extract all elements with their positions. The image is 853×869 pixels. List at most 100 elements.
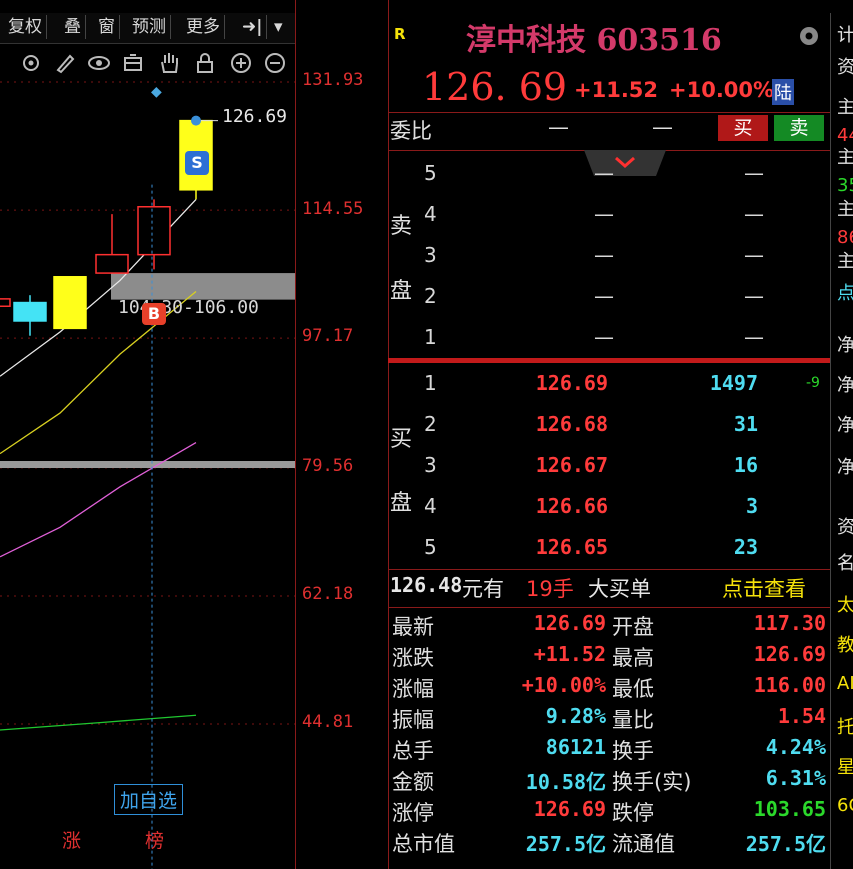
quote-panel: R 淳中科技 603516 126. 69 +11.52 +10.00% 陆 委… — [388, 13, 830, 869]
y-tick: 114.55 — [302, 199, 364, 219]
diamond-icon: ◆ — [151, 84, 162, 100]
stock-name: 淳中科技 603516 — [466, 23, 722, 58]
bid-delta: -9 — [806, 375, 820, 391]
bid-vol: 31 — [733, 412, 758, 436]
price-change: +11.52 — [574, 78, 659, 102]
buy-side-label: 盘 — [390, 491, 413, 516]
gear-icon[interactable] — [796, 23, 822, 49]
edge-item: 净 — [837, 453, 853, 479]
sell-side-label: 卖 — [390, 214, 413, 239]
chevron-down-icon[interactable]: ▾ — [270, 15, 287, 39]
stat-label: 量比 — [612, 708, 654, 732]
edge-item: 35 — [837, 175, 853, 196]
kline-chart[interactable] — [0, 80, 295, 869]
edge-item: 计 — [837, 21, 853, 47]
price-band — [111, 273, 295, 300]
toolbar-window-button[interactable]: 窗 — [94, 15, 120, 39]
eye-icon[interactable] — [86, 50, 112, 76]
stat-value: 103.65 — [753, 797, 826, 821]
stat-label: 跌停 — [612, 801, 654, 825]
weibi-label: 委比 — [390, 119, 432, 143]
ask-price: — — [594, 325, 614, 349]
side-panel-edge: 计资主44主35主86主点净净净净资名太教AI托星6G — [830, 13, 853, 869]
ask-price: — — [594, 202, 614, 226]
stat-label: 开盘 — [612, 615, 654, 639]
big-order-row[interactable]: 126.48 元有 19手 大买单 点击查看 — [388, 573, 830, 603]
last-price-dot — [191, 115, 201, 126]
toolbar-more-button[interactable]: 更多 — [182, 15, 225, 39]
stat-label: 总市值 — [392, 832, 455, 856]
stat-value: 10.58亿 — [525, 770, 606, 794]
bid-vol: 3 — [745, 494, 758, 518]
tag-zhang[interactable]: 涨 — [62, 826, 81, 853]
bid-level: 4 — [424, 494, 437, 518]
edge-item: 86 — [837, 227, 853, 248]
edge-item: AI — [837, 673, 853, 694]
y-tick: 79.56 — [302, 456, 354, 476]
stat-value: 116.00 — [753, 673, 826, 697]
stat-value: 257.5亿 — [745, 832, 826, 856]
toolbar-overlay-button[interactable]: 叠 — [60, 15, 86, 39]
hand-icon[interactable] — [156, 50, 182, 76]
ask-level: 3 — [424, 243, 437, 267]
ask-price: — — [594, 161, 614, 185]
stat-value: +10.00% — [521, 673, 606, 697]
candle-body — [0, 298, 11, 307]
buy-side-label: 买 — [390, 427, 413, 452]
edge-item: 主 — [837, 93, 853, 119]
zoom-in-icon[interactable] — [228, 50, 254, 76]
ask-level: 2 — [424, 284, 437, 308]
pen-icon[interactable] — [52, 50, 78, 76]
big-order-unit: 元有 — [462, 577, 504, 601]
toolbar-fuquan-button[interactable]: 复权 — [4, 15, 47, 39]
settings-icon[interactable] — [18, 50, 44, 76]
stat-value: +11.52 — [533, 642, 606, 666]
range-label: 104.30-106.00 — [118, 297, 259, 318]
stat-label: 总手 — [392, 739, 434, 763]
edge-item: 名 — [837, 549, 853, 575]
toolbar-forecast-button[interactable]: 预测 — [128, 15, 171, 39]
sell-side-label: 盘 — [390, 279, 413, 304]
big-order-text: 大买单 — [588, 577, 651, 601]
big-order-link[interactable]: 点击查看 — [722, 573, 806, 603]
edge-item: 净 — [837, 371, 853, 397]
add-watchlist-button[interactable]: 加自选 — [114, 784, 184, 815]
stat-value: 117.30 — [753, 611, 826, 635]
edge-item: 主 — [837, 195, 853, 221]
stat-value: 126.69 — [533, 611, 606, 635]
y-tick: 131.93 — [302, 70, 364, 90]
lock-icon[interactable] — [192, 50, 218, 76]
buy-button[interactable]: 买 — [718, 115, 768, 141]
bid-price: 126.67 — [535, 453, 608, 477]
bid-level: 1 — [424, 371, 437, 395]
bid-vol: 23 — [733, 535, 758, 559]
stat-value: 1.54 — [777, 704, 826, 728]
box-icon[interactable] — [120, 50, 146, 76]
ask-level: 1 — [424, 325, 437, 349]
tag-bang[interactable]: 榜 — [145, 826, 164, 853]
market-flag: R — [394, 25, 406, 43]
bid-price: 126.66 — [535, 494, 608, 518]
last-price: 126. 69 — [422, 65, 568, 109]
ask-vol: — — [744, 284, 764, 308]
candle-body — [95, 253, 129, 274]
edge-item: 点 — [837, 279, 853, 305]
sell-button[interactable]: 卖 — [774, 115, 824, 141]
ask-price: — — [594, 284, 614, 308]
zoom-out-icon[interactable] — [262, 50, 288, 76]
ask-vol: — — [744, 161, 764, 185]
stat-value: 6.31% — [765, 766, 826, 790]
bid-level: 2 — [424, 412, 437, 436]
stat-label: 流通值 — [612, 832, 675, 856]
y-tick: 97.17 — [302, 326, 354, 346]
stat-label: 最高 — [612, 646, 654, 670]
stat-label: 振幅 — [392, 708, 434, 732]
buy-marker[interactable]: B — [142, 303, 166, 325]
exchange-badge: 陆 — [772, 79, 794, 105]
stat-value: 9.28% — [545, 704, 606, 728]
chart-toolbar: 复权 叠 窗 预测 更多 ➜| ▾ — [0, 13, 295, 44]
ask-vol: — — [744, 325, 764, 349]
pin-icon[interactable]: ➜| — [238, 15, 268, 39]
sell-marker[interactable]: S — [185, 151, 209, 175]
stat-label: 最低 — [612, 677, 654, 701]
